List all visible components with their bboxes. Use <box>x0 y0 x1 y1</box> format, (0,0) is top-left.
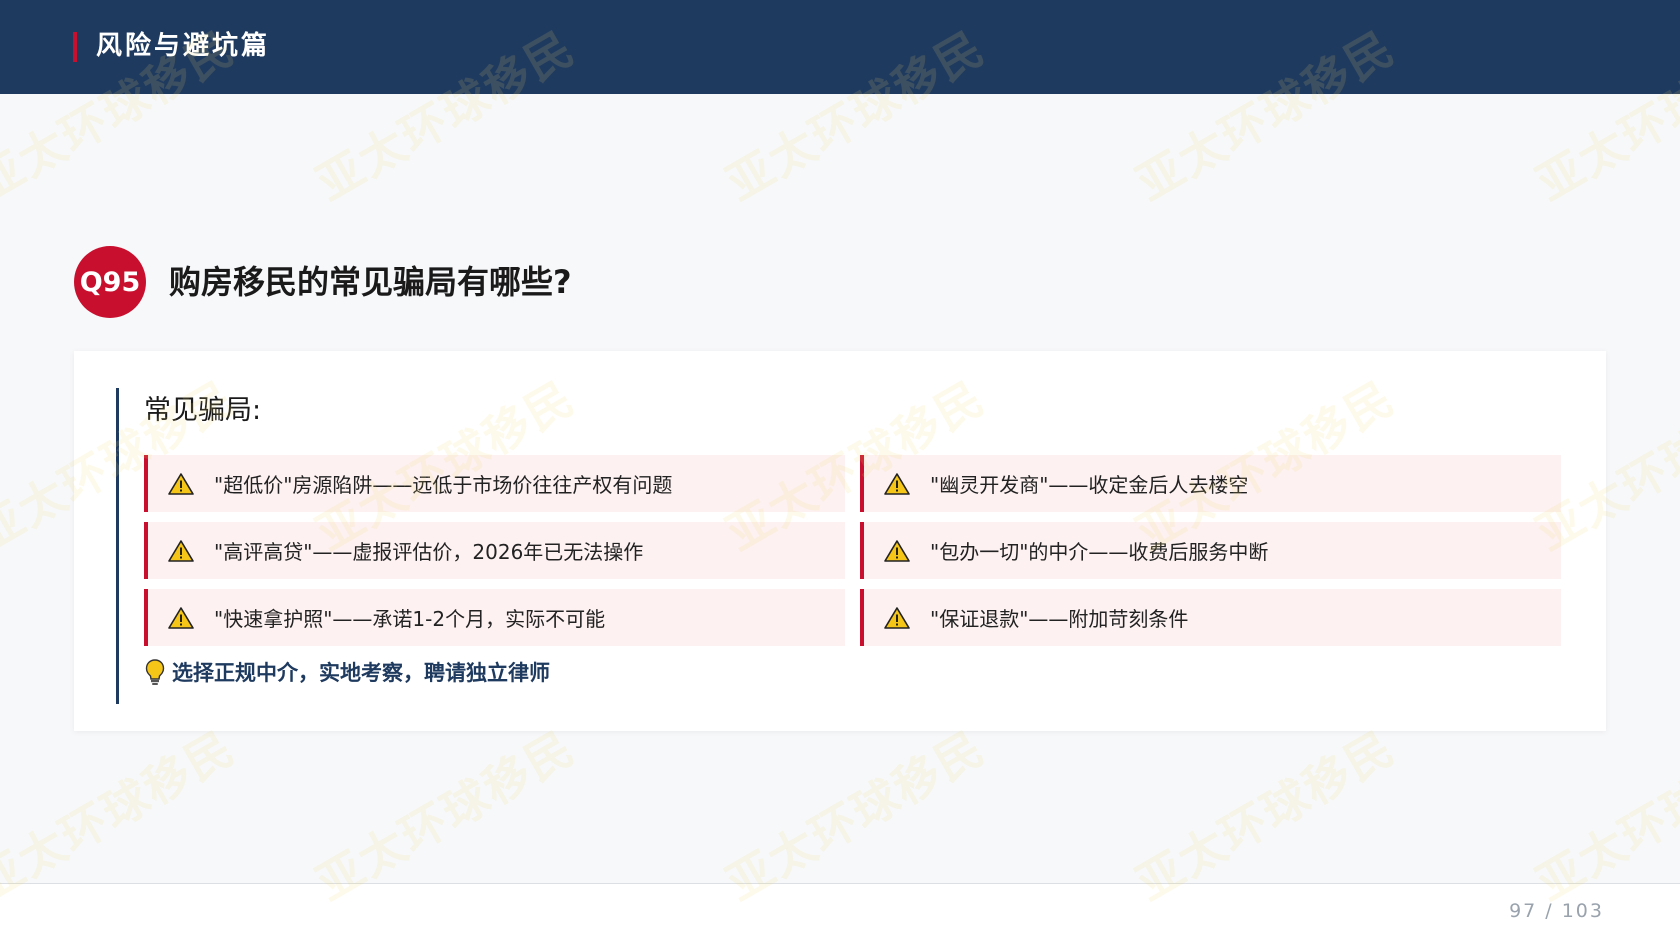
page-number: 97 / 103 <box>1509 900 1604 922</box>
scam-item: "快速拿护照"——承诺1-2个月，实际不可能 <box>144 589 845 646</box>
warning-icon <box>168 472 194 495</box>
scam-item-text: "超低价"房源陷阱——远低于市场价往往产权有问题 <box>214 473 673 497</box>
scam-item: "幽灵开发商"——收定金后人去楼空 <box>860 455 1561 512</box>
header-accent-line <box>73 32 77 62</box>
card-accent-line <box>116 388 119 704</box>
scam-item: "超低价"房源陷阱——远低于市场价往往产权有问题 <box>144 455 845 512</box>
scam-item-text: "快速拿护照"——承诺1-2个月，实际不可能 <box>214 607 606 631</box>
section-title: 风险与避坑篇 <box>96 31 271 61</box>
answer-card: 常见骗局: "超低价"房源陷阱——远低于市场价往往产权有问题 "幽灵开发商"——… <box>74 351 1606 731</box>
warning-icon <box>884 472 910 495</box>
scam-item-text: "幽灵开发商"——收定金后人去楼空 <box>930 473 1249 497</box>
card-heading: 常见骗局: <box>144 395 262 426</box>
scam-item-text: "包办一切"的中介——收费后服务中断 <box>930 540 1269 564</box>
tip-line: 选择正规中介，实地考察，聘请独立律师 <box>144 657 550 687</box>
warning-icon <box>884 606 910 629</box>
question-title: 购房移民的常见骗局有哪些? <box>169 263 572 301</box>
scam-item-text: "高评高贷"——虚报评估价，2026年已无法操作 <box>214 540 644 564</box>
footer <box>0 884 1680 945</box>
scam-item: "高评高贷"——虚报评估价，2026年已无法操作 <box>144 522 845 579</box>
scam-item: "包办一切"的中介——收费后服务中断 <box>860 522 1561 579</box>
lightbulb-icon <box>145 659 165 685</box>
scam-item-text: "保证退款"——附加苛刻条件 <box>930 607 1189 631</box>
scam-item: "保证退款"——附加苛刻条件 <box>860 589 1561 646</box>
warning-icon <box>168 606 194 629</box>
question-number-badge: Q95 <box>74 246 146 318</box>
warning-icon <box>884 539 910 562</box>
header-bar: 风险与避坑篇 <box>0 0 1680 94</box>
tip-text: 选择正规中介，实地考察，聘请独立律师 <box>172 661 550 685</box>
warning-icon <box>168 539 194 562</box>
